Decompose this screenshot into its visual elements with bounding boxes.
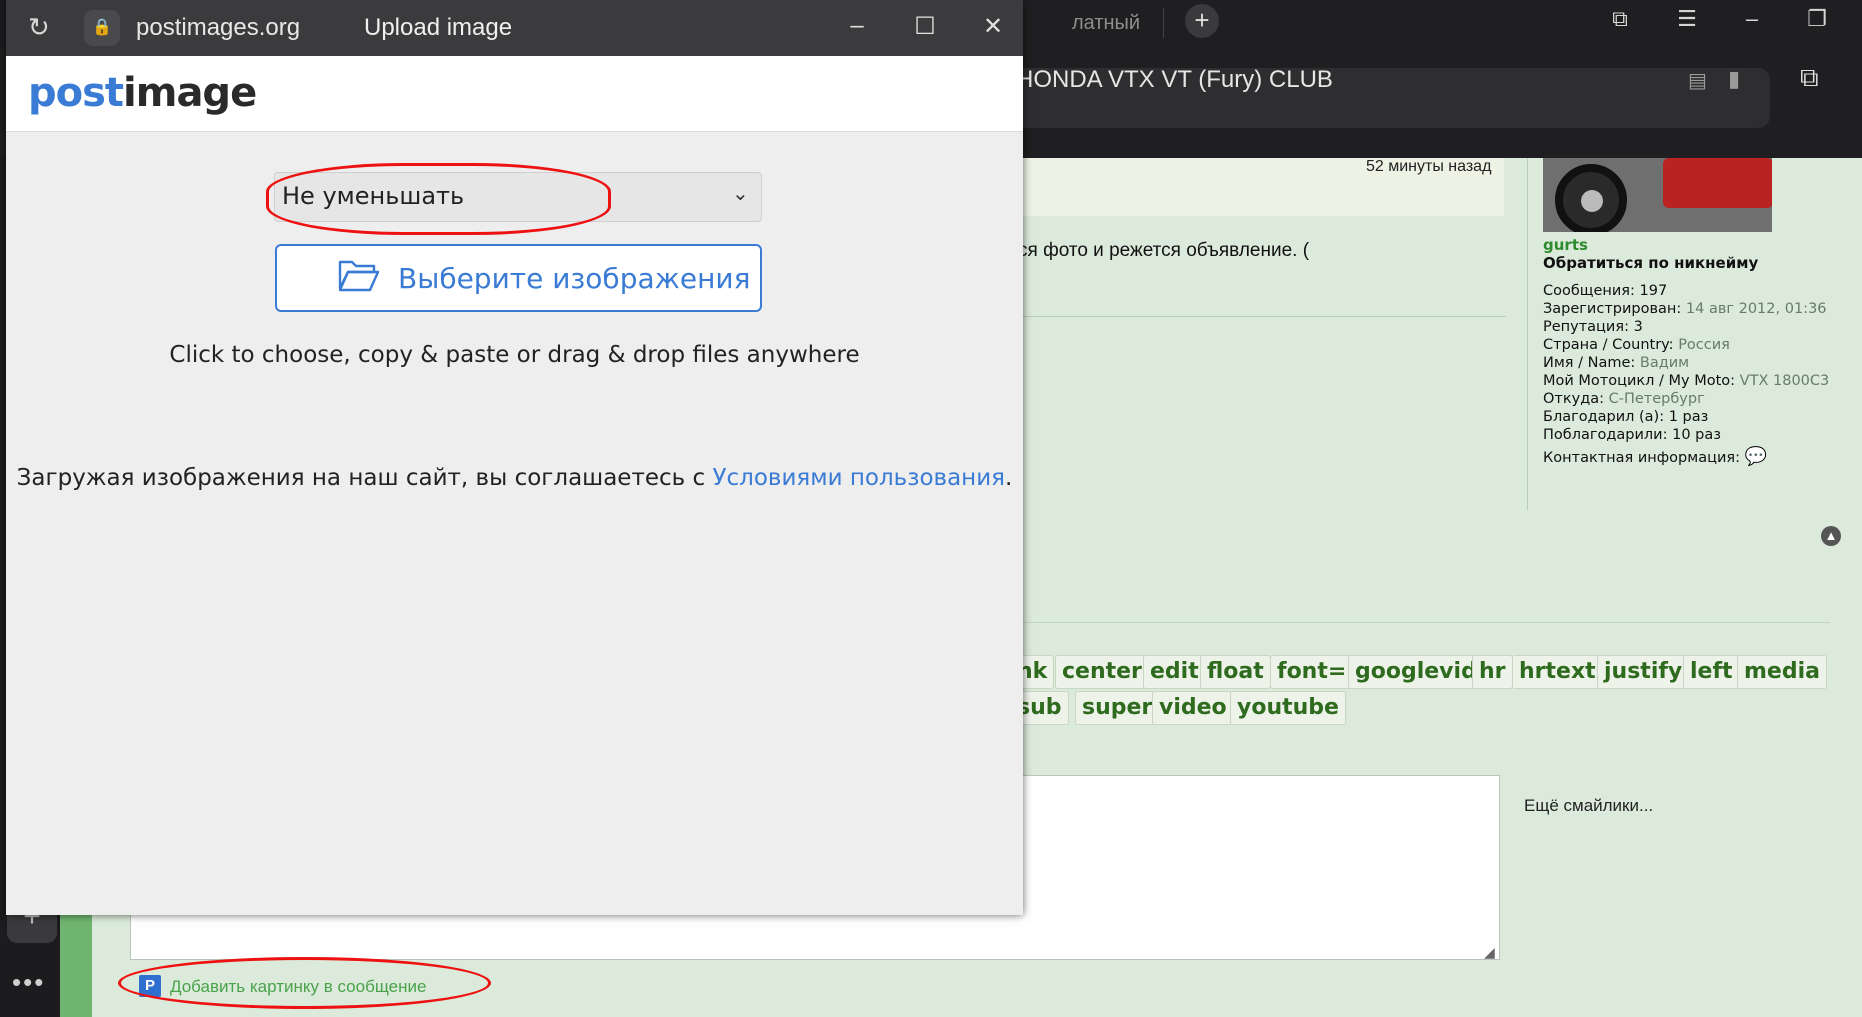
bbcode-button[interactable]: media [1737,655,1827,689]
profile-row: Откуда: С-Петербург [1543,391,1705,407]
terms-link[interactable]: Условиями пользования [712,465,1005,491]
bbcode-button[interactable]: justify [1597,655,1690,689]
menu-icon[interactable]: ☰ [1667,6,1707,32]
mention-link[interactable]: Обратиться по никнейму [1543,254,1843,272]
minimize-icon[interactable]: – [837,12,877,40]
restore-icon[interactable]: ❐ [1797,6,1837,32]
profile-row: Поблагодарили: 10 раз [1543,427,1721,443]
scroll-top-icon[interactable]: ▲ [1821,526,1841,546]
popup-title: Upload image [364,14,513,41]
reload-icon[interactable]: ↻ [28,12,50,43]
profile-row: Сообщения: 197 [1543,283,1668,299]
close-icon[interactable]: ✕ [973,12,1013,41]
bbcode-button[interactable]: font= [1270,655,1354,689]
popup-domain: postimages.org [136,14,301,41]
folder-icon [338,260,380,292]
bookmarks-icon[interactable]: ⧉ [1600,6,1640,32]
bbcode-button[interactable]: hrtext [1512,655,1603,689]
upload-popup-window: ↻ 🔒 postimages.org Upload image – ☐ ✕ po… [6,0,1023,915]
divider [1010,316,1506,317]
profile-row: Репутация: 3 [1543,319,1643,335]
bbcode-button[interactable]: edit [1143,655,1206,689]
bbcode-button[interactable]: youtube [1230,691,1346,725]
annotation-ring [266,163,611,235]
wheel-hub [1581,190,1603,212]
rail-more-icon[interactable]: ••• [12,967,45,998]
post-time: 52 минуты назад [1366,158,1492,175]
post-text: ся фото и режется объявление. ( [1018,240,1310,261]
chat-icon[interactable]: 💬 [1745,448,1767,466]
bbcode-button[interactable]: float [1200,655,1271,689]
popup-titlebar: ↻ 🔒 postimages.org Upload image – ☐ ✕ [6,0,1023,56]
divider [1010,622,1830,623]
terms-text: Загружая изображения на наш сайт, вы сог… [16,465,1013,491]
bbcode-button[interactable]: video [1152,691,1234,725]
resize-grip-icon[interactable]: ◢ [1484,944,1495,961]
divider [1527,158,1528,510]
maximize-icon[interactable]: ☐ [905,12,945,41]
bbcode-button[interactable]: center [1055,655,1149,689]
profile-row: Имя / Name: Вадим [1543,355,1690,371]
avatar [1543,158,1772,232]
profile-row: Страна / Country: Россия [1543,337,1730,353]
motorcycle-body [1663,158,1772,208]
postimage-logo[interactable]: postimage [28,70,257,116]
bbcode-button[interactable]: left [1683,655,1740,689]
page-title[interactable]: HONDA VTX VT (Fury) CLUB [1016,66,1333,94]
upload-hint: Click to choose, copy & paste or drag & … [169,342,860,368]
more-smilies-link[interactable]: Ещё смайлики... [1524,796,1653,816]
lock-icon[interactable]: 🔒 [84,10,120,46]
username[interactable]: gurts [1543,236,1843,254]
popup-header: postimage [6,56,1023,132]
bottom-buttons [848,1012,1108,1017]
choose-images-label[interactable]: Выберите изображения [398,262,750,295]
chevron-down-icon[interactable]: ⌄ [732,181,749,206]
annotation-ring [118,957,491,1009]
bbcode-button[interactable]: googlevid [1348,655,1484,689]
profile-row: Мой Мотоцикл / My Moto: VTX 1800C3 [1543,373,1830,389]
bbcode-button[interactable]: super [1075,691,1160,725]
user-profile: gurts Обратиться по никнейму Сообщения: … [1543,236,1843,467]
tab-fragment[interactable]: латный [1072,12,1140,35]
tab-separator [1163,8,1164,38]
profile-row: Благодарил (а): 1 раз [1543,409,1709,425]
bookmark-icon[interactable]: ▮ [1728,66,1740,92]
new-tab-icon[interactable]: + [1185,4,1219,38]
minimize-icon[interactable]: – [1732,6,1772,32]
profile-row: Контактная информация: 💬 [1543,446,1768,467]
sidebar-icon[interactable]: ⧉ [1800,62,1819,94]
profile-row: Зарегистрирован: 14 авг 2012, 01:36 [1543,301,1827,317]
reader-mode-icon[interactable]: ▤ [1688,68,1707,93]
bbcode-button[interactable]: hr [1472,655,1513,689]
